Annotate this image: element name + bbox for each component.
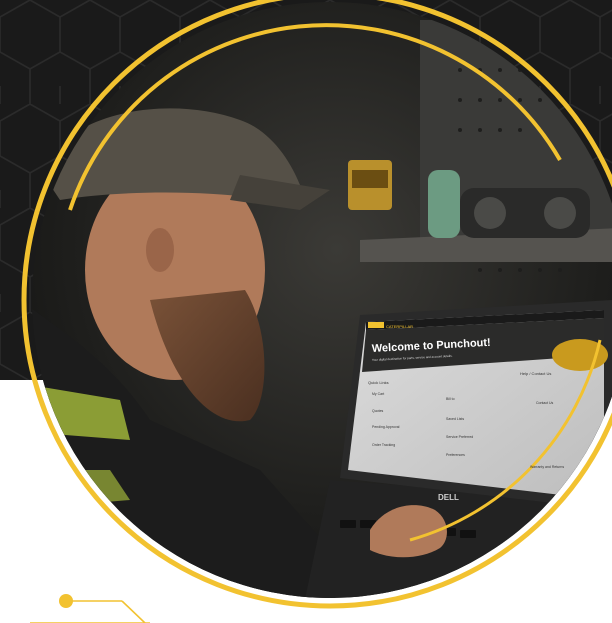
circular-photo-worker-at-laptop: CATERPILLAR Welcome to Punchout! Your di… bbox=[21, 0, 612, 623]
quick-link-bill-to[interactable]: Bill to bbox=[446, 397, 455, 401]
gold-dot bbox=[59, 594, 73, 608]
quick-link-order-tracking[interactable]: Order Tracking bbox=[372, 443, 395, 447]
quick-link-preferences[interactable]: Preferences bbox=[446, 453, 465, 457]
help-warranty-returns[interactable]: Warranty and Returns bbox=[530, 465, 564, 469]
help-contact-us[interactable]: Contact Us bbox=[536, 401, 554, 405]
quick-link-service-preferred[interactable]: Service Preferred bbox=[446, 435, 473, 439]
cat-logo-badge bbox=[368, 322, 384, 328]
screen-quick-links-heading: Quick Links bbox=[368, 380, 389, 385]
quick-link-saved-lists[interactable]: Saved Lists bbox=[446, 417, 464, 421]
screen-brand-logo: CATERPILLAR bbox=[386, 324, 413, 329]
green-bottle bbox=[428, 170, 460, 238]
quick-link-pending-approval[interactable]: Pending Approval bbox=[372, 425, 400, 429]
laptop-brand-logo: DELL bbox=[438, 493, 459, 502]
screen-help-heading: Help / Contact Us bbox=[520, 371, 551, 376]
quick-link-my-cart[interactable]: My Cart bbox=[372, 392, 384, 396]
quick-link-quotes[interactable]: Quotes bbox=[372, 409, 384, 413]
